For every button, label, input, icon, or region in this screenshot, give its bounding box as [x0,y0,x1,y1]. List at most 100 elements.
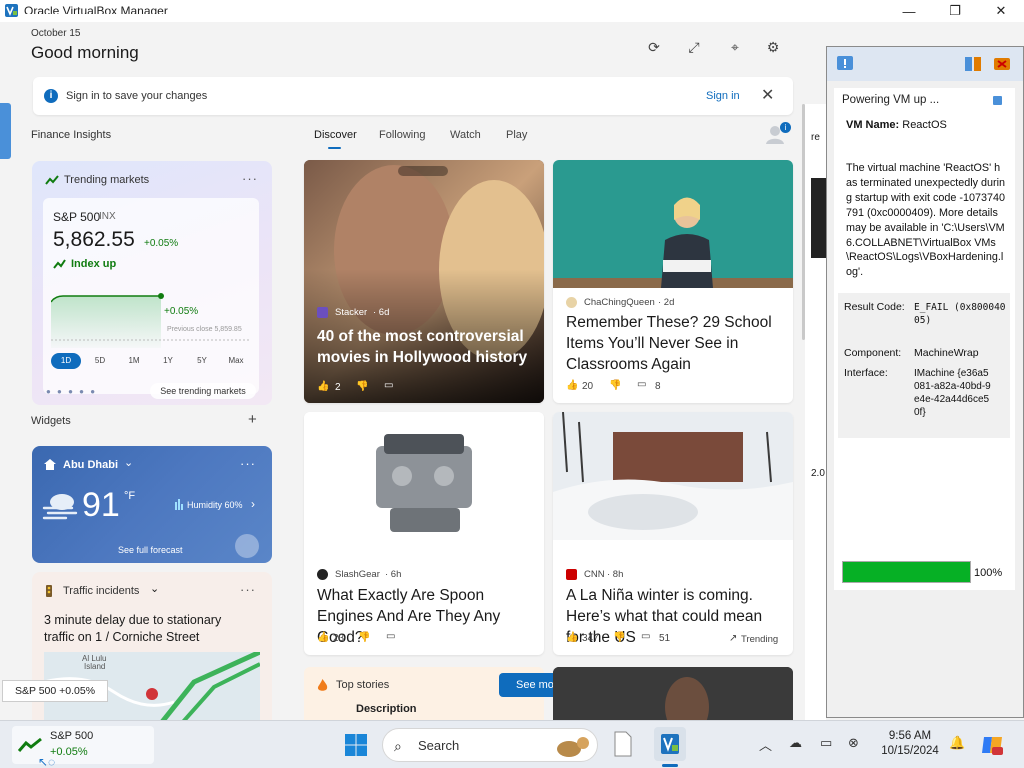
comment-icon[interactable]: ▭ [386,631,395,642]
news-source[interactable]: ChaChingQueen [584,297,655,308]
comment-icon[interactable]: ▭ [384,380,393,391]
tab-watch[interactable]: Watch [450,129,481,141]
range-1d[interactable]: 1D [51,353,81,369]
progress-percent: 100% [974,567,1003,579]
traffic-more-icon[interactable]: ··· [240,582,256,597]
news-source[interactable]: Stacker [335,307,367,318]
trending-markets-card[interactable]: Trending markets ··· S&P 500 INX 5,862.5… [32,161,272,405]
weather-more-icon[interactable]: ··· [240,456,256,471]
strip-text: 2.0 [811,468,825,479]
display-icon[interactable]: ▭ [820,735,832,751]
network-offline-icon[interactable]: ☁ [789,735,802,751]
result-code-label: Result Code: [844,301,905,313]
like-count: 2 [335,382,341,393]
traffic-chevron-icon[interactable]: ⌄ [150,582,159,595]
maximize-button[interactable]: ❐ [932,0,978,22]
city-chevron-icon[interactable]: ⌄ [124,456,133,469]
comment-count: 51 [659,633,671,644]
news-card[interactable]: ChaChingQueen · 2d Remember These? 29 Sc… [553,160,793,403]
sp500-panel[interactable]: S&P 500 INX 5,862.55 +0.05% Index up +0.… [43,198,259,394]
temperature-unit: °F [124,490,136,502]
signin-banner: i Sign in to save your changes Sign in ✕ [33,77,793,115]
see-forecast-link[interactable]: See full forecast [118,545,183,555]
comment-icon[interactable]: ▭ [641,631,650,642]
news-headline[interactable]: What Exactly Are Spoon Engines And Are T… [317,585,535,648]
range-5y[interactable]: 5Y [187,353,217,369]
markets-more-icon[interactable]: ··· [242,171,258,186]
news-card[interactable] [553,667,793,720]
traffic-description: 3 minute delay due to stationary traffic… [44,613,222,644]
news-headline[interactable]: 40 of the most controversial movies in H… [317,326,532,368]
weather-card[interactable]: Abu Dhabi ⌄ ··· 91 °F Humidity 60% › See… [32,446,272,563]
left-edge-indicator [0,103,11,159]
refresh-icon[interactable]: ⟳ [643,36,665,58]
markets-pager[interactable]: ● ● ● ● ● [46,387,97,396]
close-button[interactable]: ✕ [978,0,1024,22]
expand-icon[interactable]: ⤢ [683,36,705,58]
like-icon[interactable]: 👍 [566,632,578,643]
interface-value: IMachine {e36a5081-a82a-40bd-9e4e-42a44d… [914,368,991,418]
range-1m[interactable]: 1M [119,353,149,369]
copilot-icon[interactable] [980,733,1004,757]
index-value: 5,862.55 [53,228,135,251]
news-source[interactable]: SlashGear [335,569,380,580]
like-icon[interactable]: 👍 [317,632,329,643]
virtualbox-logo-icon [5,4,18,17]
see-trending-markets-button[interactable]: See trending markets [150,383,256,399]
dislike-icon[interactable]: 👎 [609,380,621,391]
taskbar-widgets-button[interactable]: S&P 500 +0.05% [12,726,154,764]
source-logo-icon [566,569,577,580]
widgets-board: October 15 Good morning ⟳ ⤢ ⌖ ⚙ i Sign i… [0,22,826,720]
volume-muted-icon[interactable]: ⊗ [848,735,859,751]
range-5d[interactable]: 5D [85,353,115,369]
tray-overflow-icon[interactable]: ︿ [759,735,772,754]
vm-close-icon[interactable] [993,56,1011,72]
comment-icon[interactable]: ▭ [637,379,646,390]
file-icon[interactable] [612,731,634,757]
windy-cloud-icon [42,494,78,520]
trend-label: Index up [71,258,117,270]
dislike-icon[interactable]: 👎 [356,381,368,392]
range-max[interactable]: Max [221,353,251,369]
notification-bell-icon[interactable]: 🔔 [949,735,965,751]
news-card[interactable]: Stacker · 6d 40 of the most controversia… [304,160,544,403]
tab-play[interactable]: Play [506,129,527,141]
weather-city[interactable]: Abu Dhabi [63,459,118,471]
taskbar-virtualbox-button[interactable] [654,727,686,761]
minimize-button[interactable]: — [886,0,932,22]
news-card[interactable]: CNN · 8h A La Niña winter is coming. Her… [553,412,793,655]
clock-time[interactable]: 9:56 AM [876,730,944,742]
news-card[interactable]: SlashGear · 6h What Exactly Are Spoon En… [304,412,544,655]
vm-name-label: VM Name: [846,119,903,131]
news-source[interactable]: CNN [584,569,605,580]
news-headline[interactable]: Remember These? 29 School Items You’ll N… [566,312,784,375]
banner-close-icon[interactable]: ✕ [761,85,774,105]
taskbar-search[interactable]: ⌕ Search [382,728,598,762]
vm-list-icon[interactable] [964,56,982,72]
news-image [553,667,793,720]
pin-icon[interactable]: ⌖ [724,36,746,58]
start-icon[interactable] [344,733,368,757]
tab-discover[interactable]: Discover [314,129,357,141]
notification-icon[interactable] [836,55,854,73]
dislike-icon[interactable]: 👎 [613,632,625,643]
flame-icon [317,679,328,691]
range-1y[interactable]: 1Y [153,353,183,369]
trending-icon: ↗ [729,633,738,644]
dislike-icon[interactable]: 👎 [358,632,370,643]
result-code-value: E_FAIL (0x80004005) [914,302,1006,326]
tab-following[interactable]: Following [379,129,425,141]
weather-next-icon[interactable]: › [251,497,255,511]
signin-link[interactable]: Sign in [706,90,740,102]
popup-toolbar [827,47,1023,81]
like-icon[interactable]: 👍 [566,380,578,391]
title-bar: Oracle VirtualBox Manager — ❐ ✕ [0,0,1024,22]
clock-date[interactable]: 10/15/2024 [874,745,946,757]
video-pager[interactable] [398,166,448,176]
settings-icon[interactable]: ⚙ [762,36,784,58]
vm-name-value: ReactOS [902,119,947,131]
popup-pin-icon[interactable] [993,96,1002,105]
sp500-tooltip: S&P 500 +0.05% [2,680,108,702]
like-icon[interactable]: 👍 [317,381,329,392]
add-widget-icon[interactable]: + [248,411,257,428]
